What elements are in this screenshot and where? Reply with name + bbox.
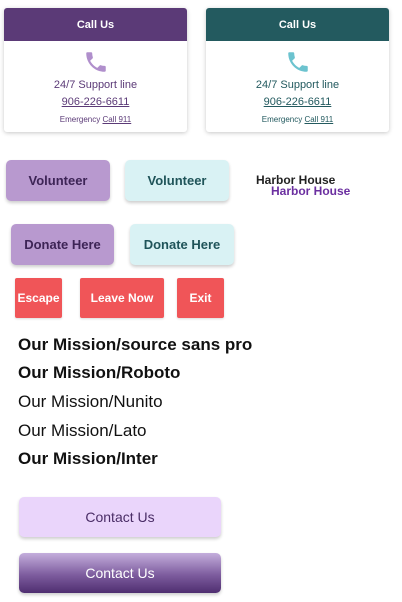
phone-icon xyxy=(287,52,308,72)
call-911-link[interactable]: Call 911 xyxy=(102,115,131,124)
mission-heading-inter: Our Mission/Inter xyxy=(18,449,158,468)
mission-heading-source-sans: Our Mission/source sans pro xyxy=(18,335,253,354)
support-line-label: 24/7 Support line xyxy=(53,79,138,91)
phone-icon xyxy=(85,52,106,72)
call-911-link[interactable]: Call 911 xyxy=(304,115,333,124)
card-body: 24/7 Support line 906-226-6611 Emergency… xyxy=(4,41,187,124)
phone-number-link[interactable]: 906-226-6611 xyxy=(62,96,130,108)
contact-us-button-light[interactable]: Contact Us xyxy=(19,497,221,537)
call-us-card-purple: Call Us 24/7 Support line 906-226-6611 E… xyxy=(4,8,187,132)
support-line-label: 24/7 Support line xyxy=(255,79,340,91)
volunteer-button-purple[interactable]: Volunteer xyxy=(6,160,110,201)
leave-now-button[interactable]: Leave Now xyxy=(80,278,164,318)
mission-heading-nunito: Our Mission/Nunito xyxy=(18,392,163,411)
harbor-house-label-purple: Harbor House xyxy=(271,184,351,198)
escape-button[interactable]: Escape xyxy=(15,278,62,318)
phone-number-link[interactable]: 906-226-6611 xyxy=(264,96,332,108)
card-body: 24/7 Support line 906-226-6611 Emergency… xyxy=(206,41,389,124)
call-us-card-teal: Call Us 24/7 Support line 906-226-6611 E… xyxy=(206,8,389,132)
mission-heading-roboto: Our Mission/Roboto xyxy=(18,363,181,382)
emergency-line: Emergency Call 911 xyxy=(4,115,187,124)
emergency-label: Emergency xyxy=(261,115,303,124)
emergency-line: Emergency Call 911 xyxy=(206,115,389,124)
emergency-label: Emergency xyxy=(59,115,101,124)
mission-heading-lato: Our Mission/Lato xyxy=(18,421,147,440)
volunteer-button-teal[interactable]: Volunteer xyxy=(125,160,229,201)
exit-button[interactable]: Exit xyxy=(177,278,224,318)
card-header: Call Us xyxy=(206,8,389,41)
card-header: Call Us xyxy=(4,8,187,41)
donate-button-purple[interactable]: Donate Here xyxy=(11,224,114,265)
page: Call Us 24/7 Support line 906-226-6611 E… xyxy=(0,0,402,602)
donate-button-teal[interactable]: Donate Here xyxy=(130,224,234,265)
contact-us-button-dark[interactable]: Contact Us xyxy=(19,553,221,593)
